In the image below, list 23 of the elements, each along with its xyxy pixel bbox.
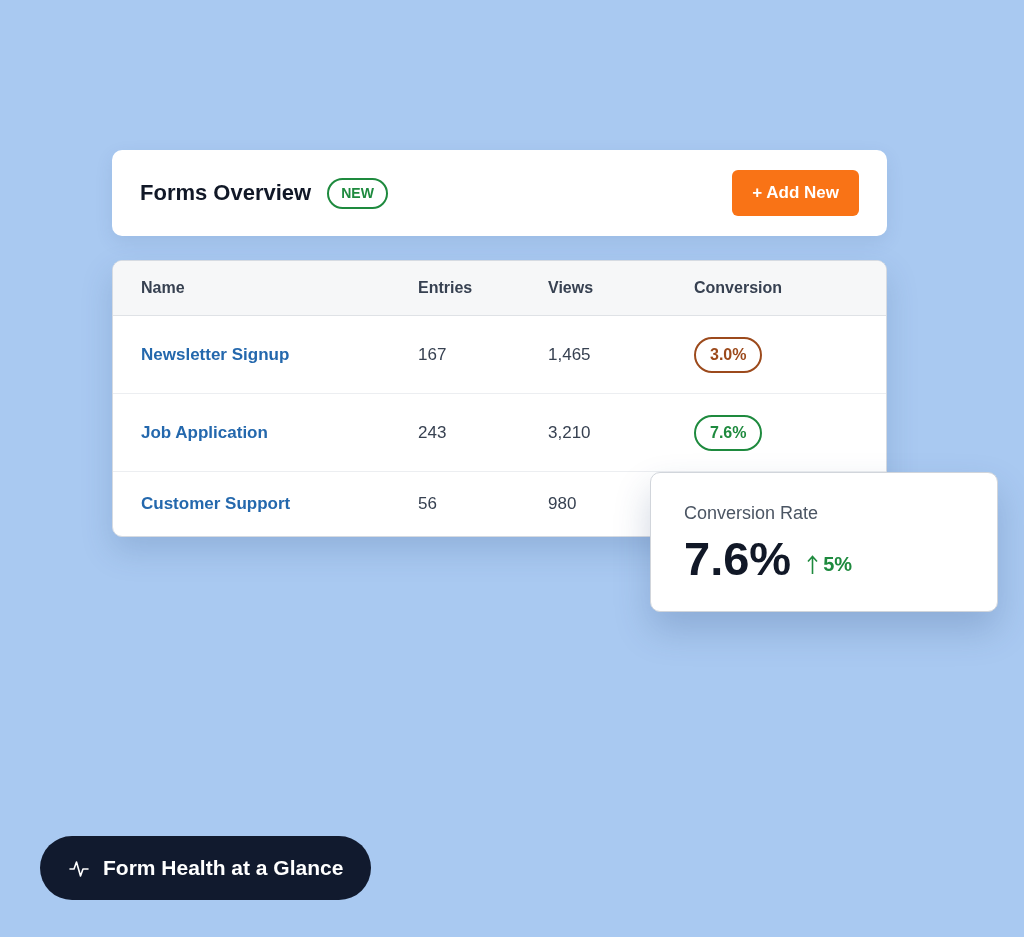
entries-cell: 167	[418, 344, 447, 365]
pill-label: Form Health at a Glance	[103, 856, 344, 880]
conversion-badge: 3.0%	[694, 336, 763, 373]
stat-label: Conversion Rate	[684, 503, 819, 524]
pulse-icon	[69, 858, 89, 878]
entries-cell: 56	[418, 494, 437, 514]
column-header: Conversion	[694, 279, 782, 297]
column-header: Name	[141, 279, 185, 297]
entries-cell: 243	[418, 422, 447, 443]
up-arrow-icon	[807, 555, 819, 575]
column-header: Entries	[418, 279, 473, 297]
form-name-link[interactable]: Newsletter Signup	[141, 344, 290, 365]
page-title: Forms Overview	[140, 180, 312, 206]
new-badge: NEW	[327, 177, 388, 209]
views-cell: 1,465	[548, 344, 591, 365]
views-cell: 980	[548, 494, 577, 514]
column-header: Views	[548, 279, 594, 297]
change-value: 5%	[823, 553, 853, 576]
conversion-badge: 7.6%	[694, 414, 763, 451]
views-cell: 3,210	[548, 422, 591, 443]
stat-value: 7.6%	[684, 532, 792, 586]
form-name-link[interactable]: Customer Support	[141, 494, 291, 514]
form-name-link[interactable]: Job Application	[141, 422, 268, 443]
